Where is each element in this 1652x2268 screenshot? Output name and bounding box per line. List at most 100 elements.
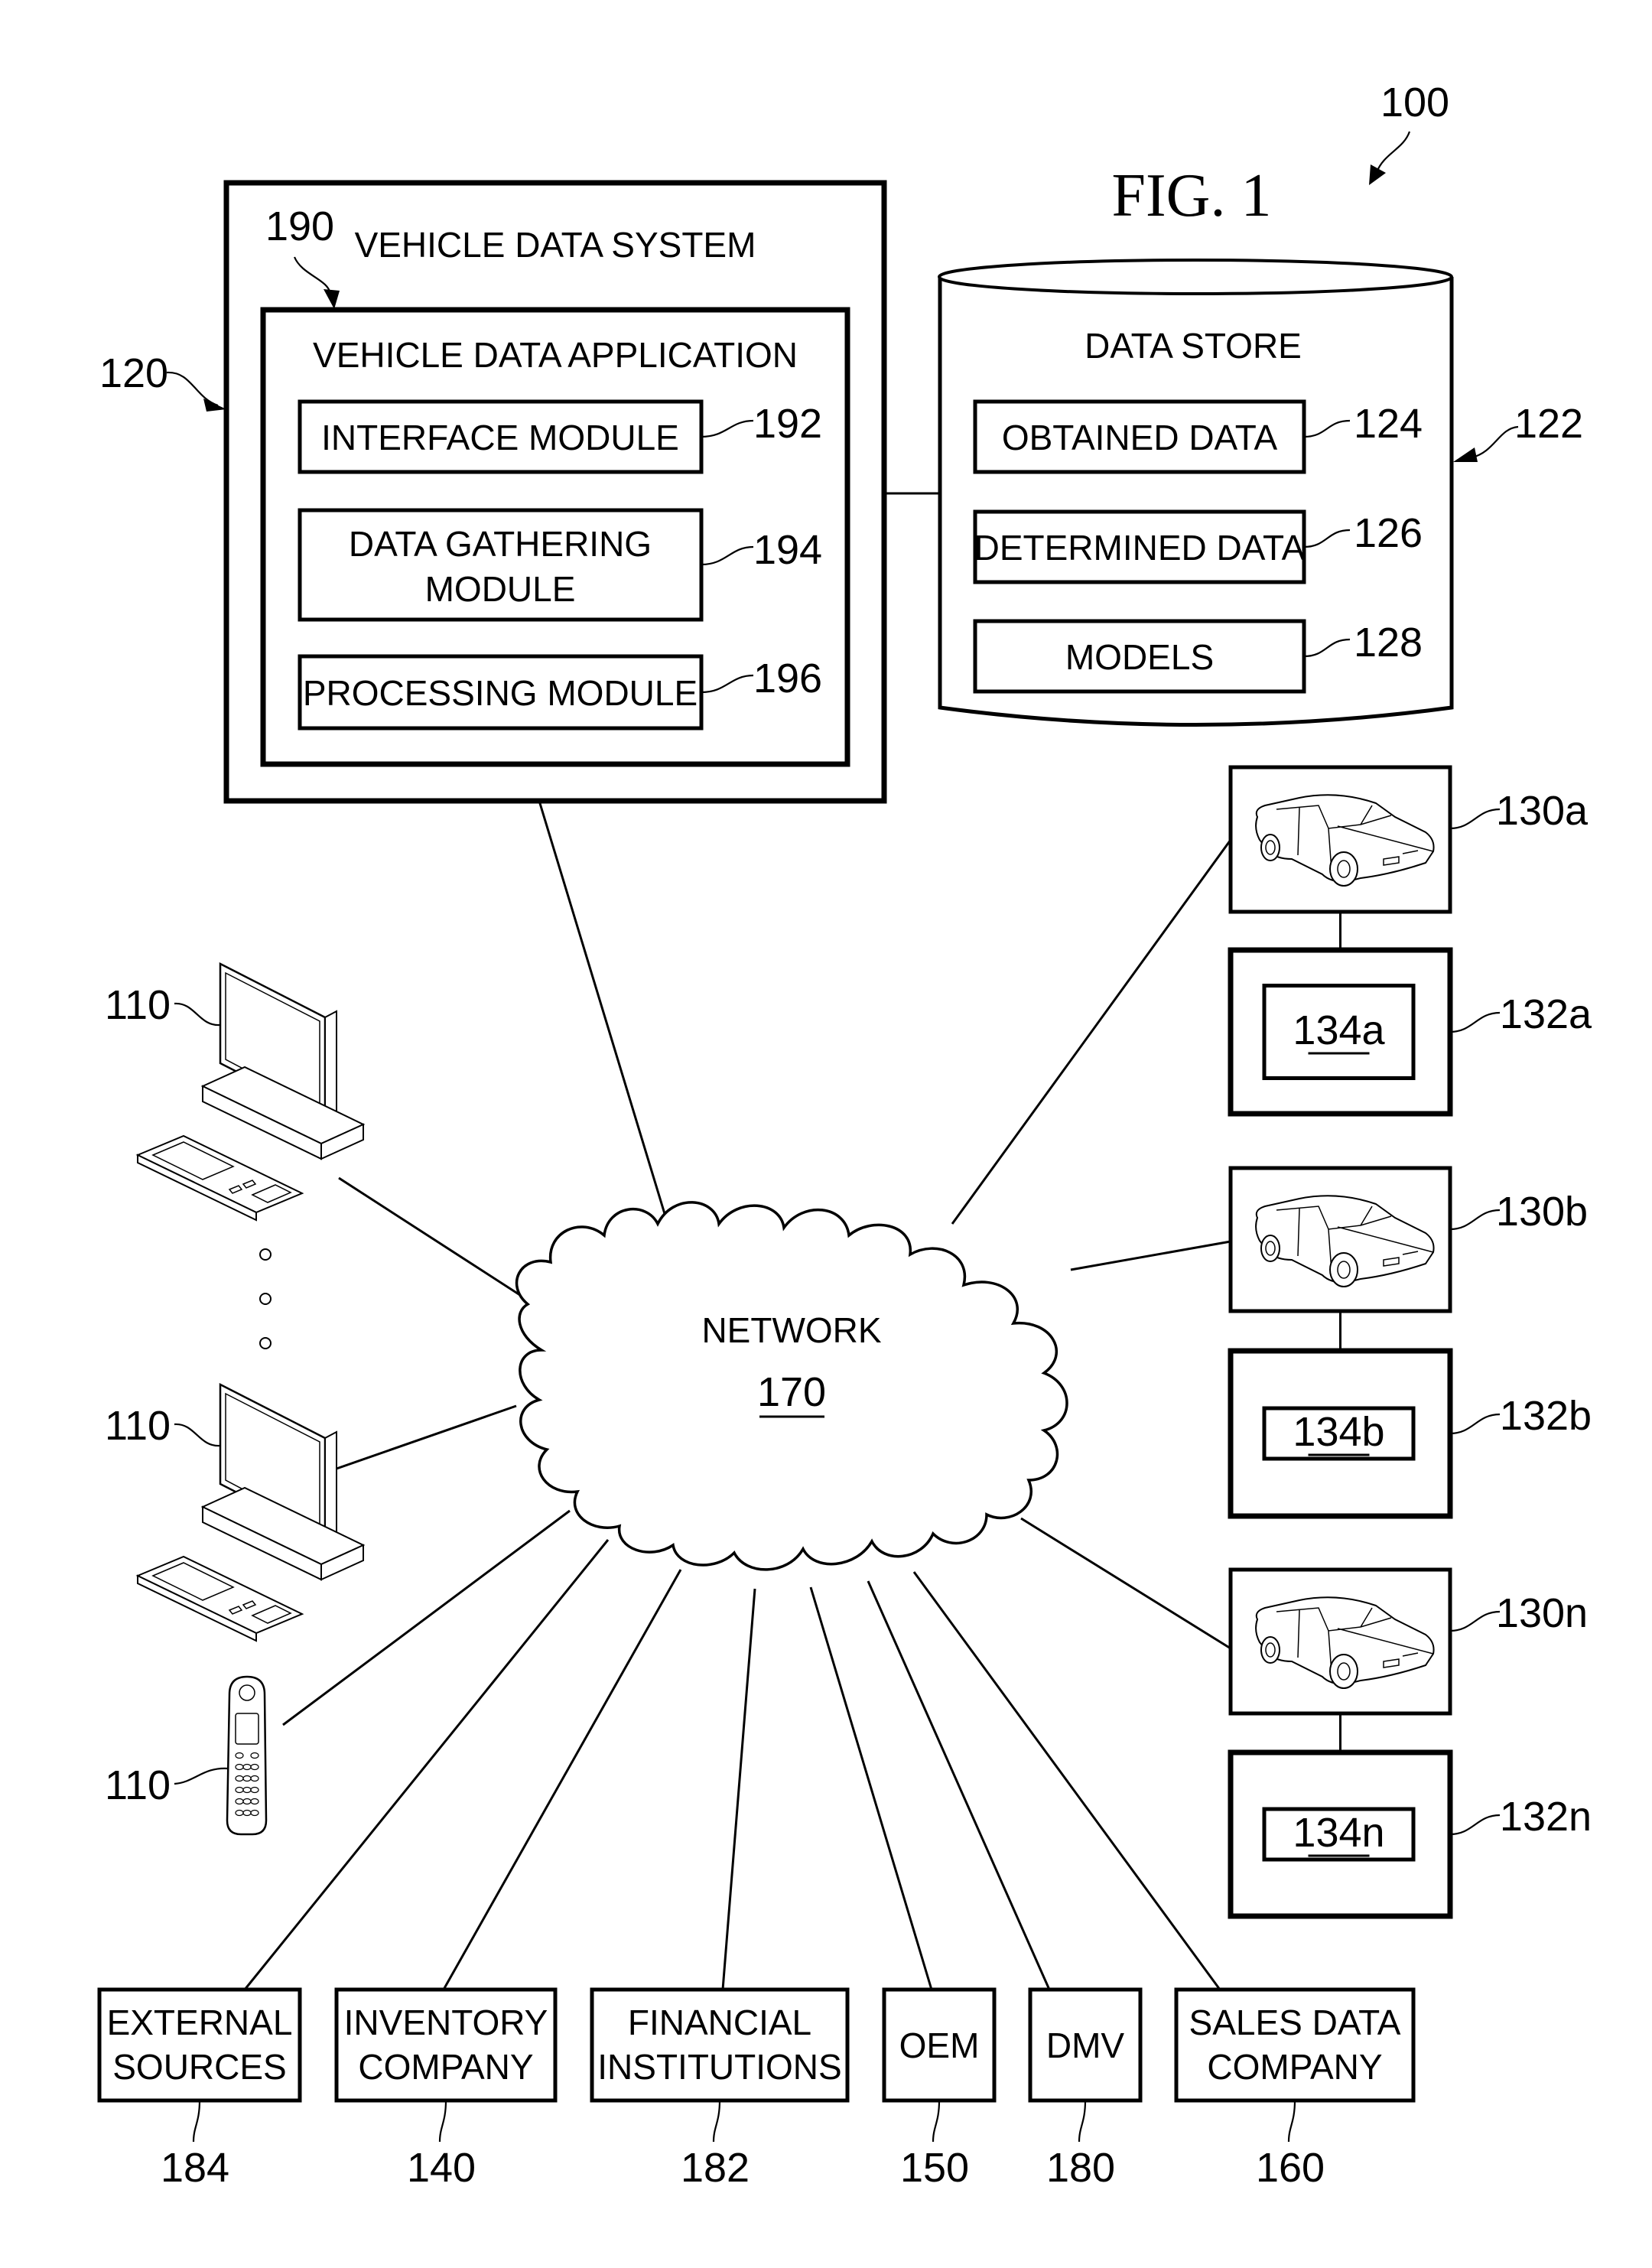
vehicle-data-system-title: VEHICLE DATA SYSTEM <box>355 225 756 265</box>
client-computer-2[interactable]: 110 <box>105 1382 366 1642</box>
data-gathering-module-ref: 194 <box>753 527 822 573</box>
link-dmv-network <box>867 1580 1051 1990</box>
entity-ref: 150 <box>900 2145 969 2191</box>
entity-label: EXTERNAL <box>107 2003 293 2042</box>
vehicle-system-ref: 132a <box>1500 991 1592 1037</box>
entity-oem[interactable]: OEM 150 <box>882 1987 997 2191</box>
link-inventory-network <box>442 1569 682 1990</box>
entity-ref-leader <box>192 2100 201 2143</box>
vehicle-system-ref: 132b <box>1500 1393 1592 1439</box>
link-computer2-network <box>336 1404 517 1470</box>
obtained-data-ref: 124 <box>1354 401 1423 447</box>
vehicle-ref: 130b <box>1496 1189 1588 1235</box>
system-ref-leader <box>1375 131 1411 173</box>
entity-ref: 182 <box>681 2145 750 2191</box>
models-ref: 128 <box>1354 620 1423 665</box>
link-vehicle-n-network <box>1020 1517 1231 1650</box>
client-computer-1[interactable]: 110 <box>105 962 366 1222</box>
entity-ref: 140 <box>407 2145 476 2191</box>
vehicle-data-system-ref: 120 <box>99 350 168 396</box>
ref-110-leader <box>174 1767 229 1785</box>
vehicle-2[interactable]: 130b 134b 132b <box>1228 1166 1592 1519</box>
data-store-ref: 122 <box>1514 401 1583 447</box>
ref-120-leader <box>166 371 219 407</box>
data-store-title: DATA STORE <box>1085 326 1302 366</box>
system-ref-leader <box>1449 1814 1501 1836</box>
link-vehicle-a-network <box>951 839 1232 1225</box>
arrowhead-icon <box>1453 447 1478 462</box>
system-ref-leader <box>1449 1011 1501 1033</box>
client-computer-2-ref: 110 <box>105 1403 171 1449</box>
link-computer1-network <box>338 1176 523 1298</box>
vehicle-ref-leader <box>1449 808 1501 830</box>
entity-external-sources[interactable]: EXTERNAL SOURCES 184 <box>97 1987 302 2191</box>
entity-ref: 184 <box>161 2145 229 2191</box>
interface-module-label: INTERFACE MODULE <box>321 418 679 457</box>
determined-data-ref: 126 <box>1354 510 1423 556</box>
entity-label: DMV <box>1046 2026 1125 2065</box>
client-phone-ref: 110 <box>105 1762 171 1808</box>
entity-sales-data-company[interactable]: SALES DATA COMPANY 160 <box>1174 1987 1416 2191</box>
data-gathering-module-label-line1: DATA GATHERING <box>349 524 652 564</box>
entity-ref: 160 <box>1256 2145 1325 2191</box>
vehicle-1[interactable]: 130a 134a 132a <box>1228 765 1592 1117</box>
processing-module-ref: 196 <box>753 656 822 701</box>
vehicle-ref-leader <box>1449 1209 1501 1231</box>
entity-label: COMPANY <box>1207 2047 1382 2087</box>
link-external-network <box>243 1539 610 1990</box>
link-sales-network <box>912 1571 1221 1990</box>
entity-label: SALES DATA <box>1189 2003 1401 2042</box>
desktop-computer-icon <box>135 962 366 1222</box>
entity-label: SOURCES <box>112 2047 286 2087</box>
client-phone[interactable]: 110 <box>105 1675 268 1836</box>
ref-110-leader <box>174 1423 221 1447</box>
interface-module-ref: 192 <box>753 401 822 447</box>
network-ref: 170 <box>757 1369 826 1415</box>
entity-dmv[interactable]: DMV 180 <box>1028 1987 1143 2191</box>
vehicle-component-ref: 134n <box>1293 1810 1384 1856</box>
entity-ref-leader <box>1078 2100 1087 2143</box>
dot-icon <box>259 1337 272 1349</box>
link-vehicle-b-network <box>1070 1240 1231 1271</box>
data-store-cylinder-top <box>938 259 1453 295</box>
client-computer-1-ref: 110 <box>105 982 171 1028</box>
entity-label: COMPANY <box>358 2047 533 2087</box>
more-devices-ellipsis <box>259 1248 272 1349</box>
entity-label: OEM <box>899 2026 980 2065</box>
entity-ref-leader <box>438 2100 447 2143</box>
network-cloud: NETWORK 170 <box>515 1201 1068 1571</box>
system-ref-label: 100 <box>1380 80 1449 125</box>
system-ref-leader <box>1449 1413 1501 1435</box>
vehicle-data-application-title: VEHICLE DATA APPLICATION <box>313 335 798 375</box>
vehicle-ref: 130a <box>1496 788 1589 834</box>
vehicle-component-ref: 134a <box>1293 1007 1385 1053</box>
dot-icon <box>259 1293 272 1305</box>
entity-ref-leader <box>712 2100 721 2143</box>
processing-module-label: PROCESSING MODULE <box>303 673 698 713</box>
vehicle-component-ref: 134b <box>1293 1409 1384 1455</box>
data-gathering-module-label-line2: MODULE <box>425 569 576 609</box>
entity-label: FINANCIAL <box>628 2003 811 2042</box>
link-system-network <box>538 800 667 1217</box>
vehicles: 130a 134a 132a 130b 134b 132b 130n 134n 132n <box>1228 765 1592 1919</box>
entity-label: INSTITUTIONS <box>597 2047 841 2087</box>
entity-ref-leader <box>1287 2100 1296 2143</box>
vehicle-data-system: VEHICLE DATA SYSTEM 120 VEHICLE DATA APP… <box>99 180 887 804</box>
entity-ref-leader <box>932 2100 941 2143</box>
vehicle-data-application-ref: 190 <box>265 203 334 249</box>
desktop-computer-icon <box>135 1382 366 1642</box>
entity-financial-institutions[interactable]: FINANCIAL INSTITUTIONS 182 <box>590 1987 850 2191</box>
data-store: DATA STORE 122 OBTAINED DATA 124 DETERMI… <box>938 259 1583 727</box>
system-diagram: FIG. 1 100 VEHICLE DATA SYSTEM 120 VEHIC… <box>97 80 1592 2191</box>
network-label: NETWORK <box>701 1310 881 1350</box>
dot-icon <box>259 1248 272 1261</box>
entities: EXTERNAL SOURCES 184 INVENTORY COMPANY 140 FIN… <box>97 1987 1416 2191</box>
models-label: MODELS <box>1065 637 1214 677</box>
mobile-phone-icon <box>226 1675 268 1836</box>
entity-ref: 180 <box>1046 2145 1115 2191</box>
arrowhead-icon <box>203 399 226 412</box>
link-financial-network <box>721 1588 756 1990</box>
entity-inventory-company[interactable]: INVENTORY COMPANY 140 <box>334 1987 558 2191</box>
vehicle-3[interactable]: 130n 134n 132n <box>1228 1567 1592 1919</box>
link-oem-network <box>809 1586 933 1990</box>
